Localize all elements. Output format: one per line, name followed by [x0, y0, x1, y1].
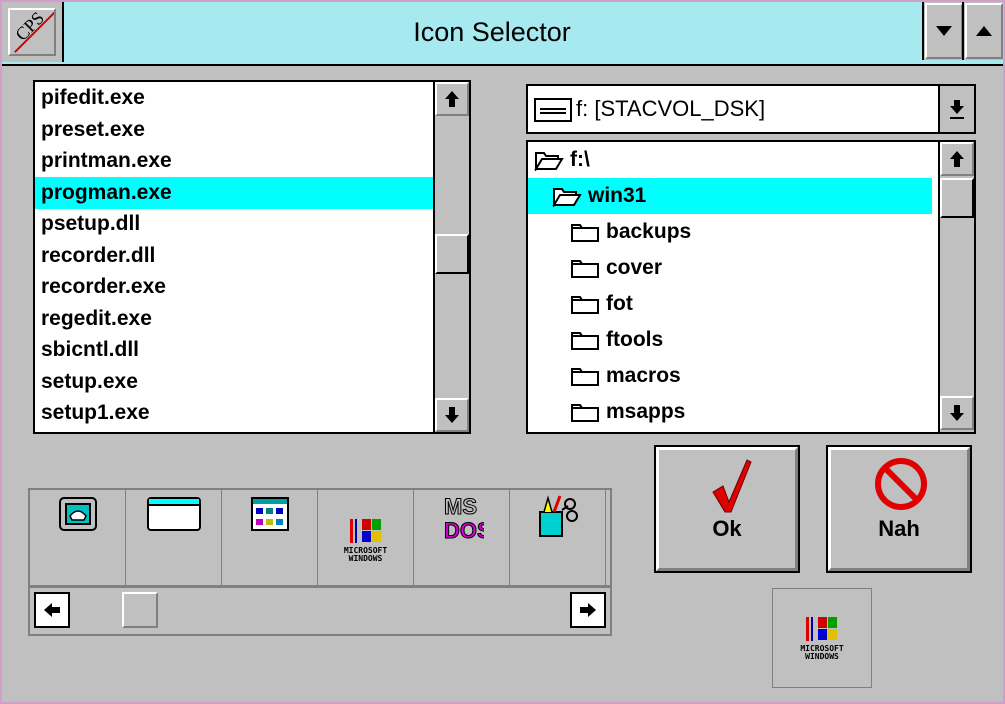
drive-dropdown[interactable]: f: [STACVOL_DSK] [526, 84, 976, 134]
icon-cell-control-panel[interactable] [222, 490, 318, 586]
file-list-item[interactable]: regedit.exe [35, 303, 433, 335]
ok-button[interactable]: Ok [654, 445, 800, 573]
folder-icon [571, 296, 599, 315]
no-entry-icon [875, 458, 927, 510]
drive-icon [534, 98, 572, 122]
icon-scroll-left-button[interactable] [34, 592, 70, 628]
file-list-item[interactable]: pifedit.exe [35, 82, 433, 114]
drive-value: f: [STACVOL_DSK] [576, 96, 766, 121]
sysmenu-label: CPS [11, 8, 49, 45]
nah-label: Nah [878, 516, 920, 541]
folder-icon [571, 332, 599, 351]
minimize-button[interactable] [922, 2, 964, 60]
file-list-item[interactable]: psetup.dll [35, 208, 433, 240]
dir-scroll-down-button[interactable] [940, 396, 974, 430]
directory-item[interactable]: win31 [528, 178, 932, 214]
system-menu-button[interactable]: CPS [2, 2, 64, 62]
cps-logo-icon: CPS [8, 8, 56, 56]
file-list-item[interactable]: recorder.dll [35, 240, 433, 272]
windows-logo-icon [349, 518, 381, 543]
file-list-item[interactable]: recorder.exe [35, 271, 433, 303]
folder-icon [571, 260, 599, 279]
arrow-left-icon [44, 603, 60, 617]
directory-item[interactable]: ftools [528, 322, 932, 358]
file-list-item[interactable]: preset.exe [35, 114, 433, 146]
directory-item[interactable]: f:\ [528, 142, 932, 178]
window-title: Icon Selector [413, 17, 571, 47]
selected-icon-preview: MICROSOFT WINDOWS [772, 588, 872, 688]
maximize-icon [976, 26, 992, 36]
paint-cup-icon [538, 495, 578, 537]
title-bar: CPS Icon Selector [2, 2, 1004, 66]
icon-scroll-right-button[interactable] [570, 592, 606, 628]
directory-label: macros [606, 364, 681, 387]
file-scroll-thumb[interactable] [435, 234, 469, 274]
directory-label: win31 [588, 184, 647, 207]
icon-cell-ms-dos[interactable]: MS DOS [414, 490, 510, 586]
icon-cell-paint-cup[interactable] [510, 490, 606, 586]
arrow-up-icon [445, 91, 459, 107]
directory-item[interactable]: macros [528, 358, 932, 394]
file-list-item[interactable]: setup1.exe [35, 397, 433, 429]
nah-button[interactable]: Nah [826, 445, 972, 573]
file-list[interactable]: pifedit.exe preset.exe printman.exe progman… [33, 80, 471, 434]
arrow-right-icon [580, 603, 596, 617]
minimize-icon [936, 26, 952, 36]
file-list-item[interactable]: printman.exe [35, 145, 433, 177]
dir-list-scrollbar[interactable] [938, 142, 974, 432]
svg-text:MS: MS [444, 494, 477, 519]
directory-label: f:\ [570, 148, 590, 171]
directory-item[interactable]: msapps [528, 394, 932, 430]
control-panel-icon [250, 497, 289, 531]
maximize-button[interactable] [962, 2, 1004, 60]
directory-label: backups [606, 220, 692, 243]
ok-label: Ok [712, 516, 742, 541]
preview-logo-text: MICROSOFT WINDOWS [800, 644, 844, 661]
open-folder-icon [552, 188, 582, 208]
telephone-icon [58, 497, 97, 531]
dir-scroll-thumb[interactable] [940, 178, 974, 218]
windows-logo-text: MICROSOFT WINDOWS [343, 545, 388, 563]
file-scroll-down-button[interactable] [435, 398, 469, 432]
directory-label: ftools [606, 328, 664, 351]
directory-label: msapps [606, 400, 686, 423]
file-list-item[interactable]: sbicntl.dll [35, 334, 433, 366]
directory-label: cover [606, 256, 663, 279]
open-folder-icon [534, 152, 564, 172]
file-scroll-up-button[interactable] [435, 82, 469, 116]
directory-item[interactable]: backups [528, 214, 932, 250]
icon-cell-window[interactable] [126, 490, 222, 586]
file-list-scrollbar[interactable] [433, 82, 469, 432]
icon-selector-window: CPS Icon Selector pifedit.exe preset.exe p… [0, 0, 1005, 704]
windows-logo-icon [805, 617, 837, 641]
dropdown-arrow-icon [950, 100, 964, 119]
icon-strip-scrollbar[interactable] [30, 586, 610, 634]
folder-icon [571, 368, 599, 387]
svg-text:DOS: DOS [444, 518, 484, 543]
file-list-item[interactable]: progman.exe [35, 176, 433, 209]
checkmark-icon [712, 459, 752, 513]
folder-icon [571, 224, 599, 243]
directory-item[interactable]: fot [528, 286, 932, 322]
window-icon [146, 497, 201, 531]
arrow-down-icon [445, 407, 459, 423]
directory-label: fot [606, 292, 633, 315]
arrow-up-icon [950, 151, 964, 167]
icon-scroll-thumb[interactable] [122, 592, 158, 628]
drive-dropdown-button[interactable] [938, 86, 974, 132]
directory-item[interactable]: cover [528, 250, 932, 286]
ms-dos-icon: MS DOS [443, 494, 484, 544]
icon-cell-telephone[interactable] [30, 490, 126, 586]
file-list-item[interactable]: setup.exe [35, 366, 433, 398]
icon-cell-windows-logo[interactable]: MICROSOFT WINDOWS [318, 490, 414, 586]
directory-list[interactable]: f:\ win31 backups cover fot ftools macros msapp… [526, 140, 976, 434]
arrow-down-icon [950, 405, 964, 421]
icon-strip: MICROSOFTWINDOWS MS DOS [28, 488, 612, 636]
dir-scroll-up-button[interactable] [940, 142, 974, 176]
folder-icon [571, 404, 599, 423]
